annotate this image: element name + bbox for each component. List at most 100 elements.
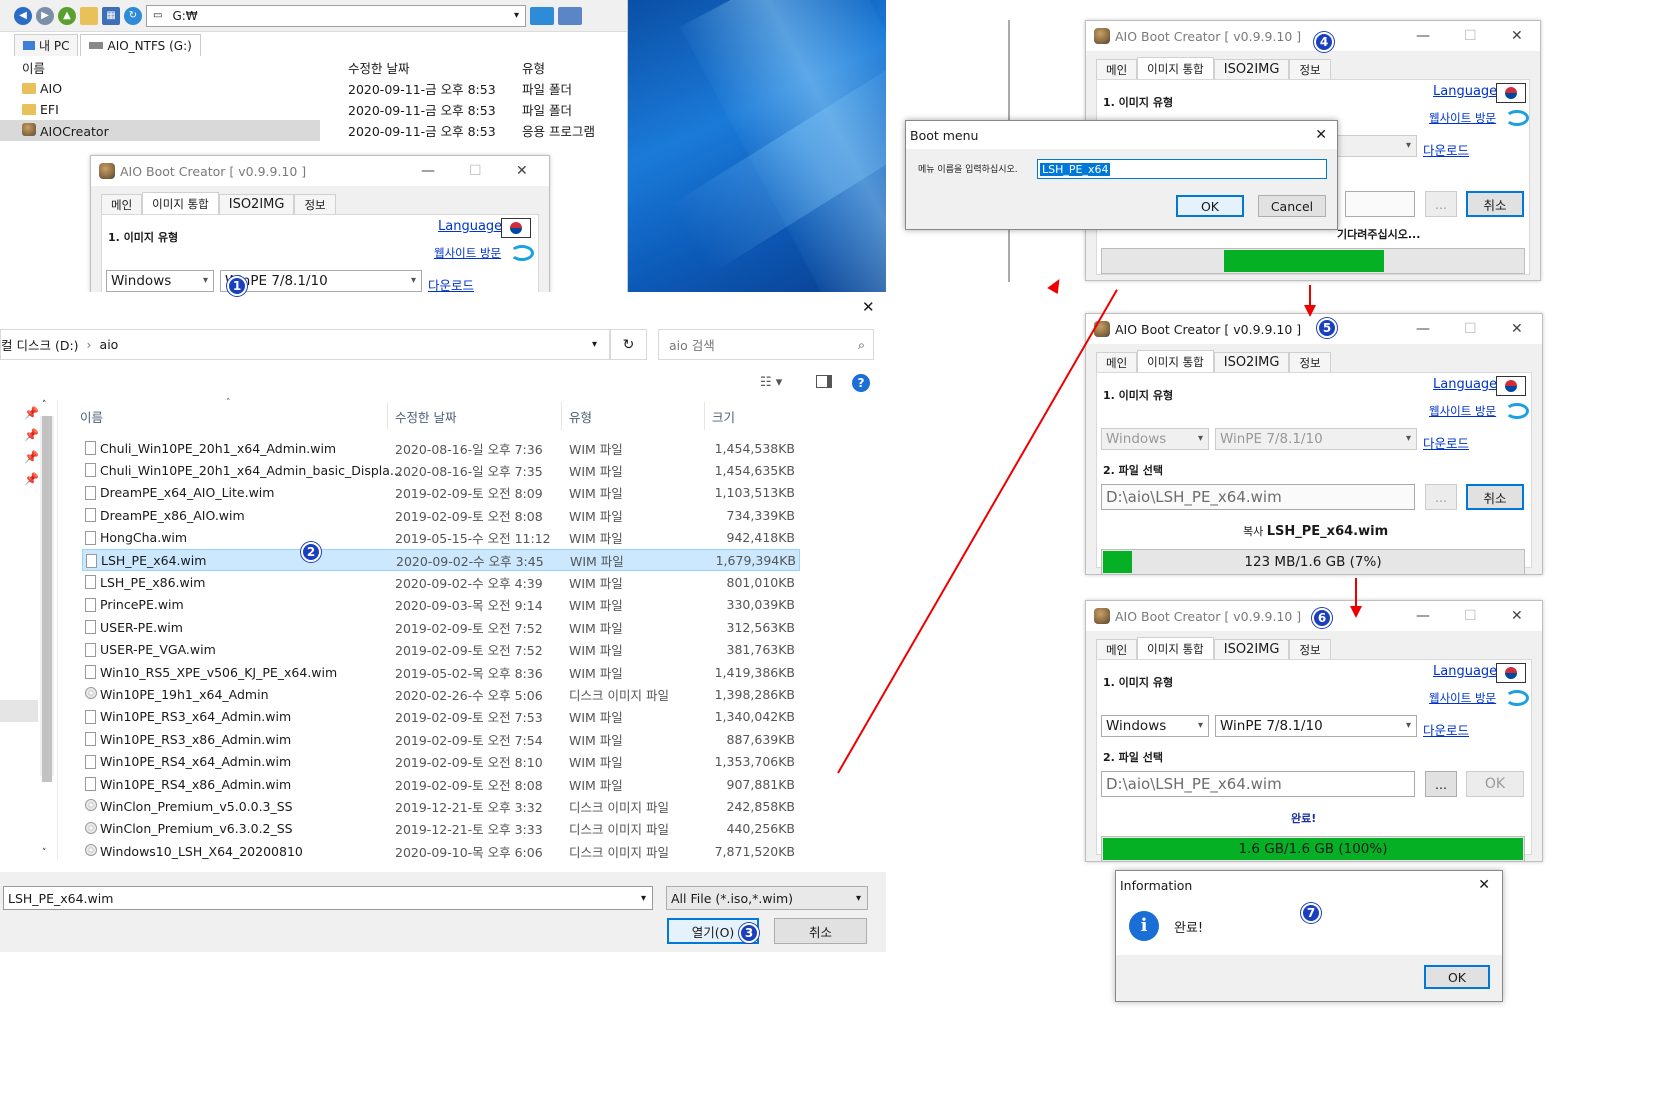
table-row[interactable]: DreamPE_x64_AIO_Lite.wim 2019-02-09-토 오전 … [82, 482, 800, 504]
cancel-button[interactable]: 취소 [774, 918, 867, 944]
pe-select[interactable]: WinPE 7/8.1/10 ▾ [1215, 428, 1417, 450]
search-input[interactable]: aio 검색 ⌕ [658, 329, 874, 360]
maximize-icon[interactable]: ☐ [1464, 21, 1477, 51]
help-icon[interactable]: ? [852, 374, 870, 392]
download-link[interactable]: 다운로드 [1423, 720, 1469, 739]
korea-flag-icon[interactable] [501, 218, 531, 238]
ie-icon[interactable] [1505, 403, 1529, 419]
cancel-button[interactable]: Cancel [1258, 195, 1326, 217]
close-icon[interactable]: ✕ [862, 298, 875, 316]
table-row[interactable]: Windows10_LSH_X64_20200810 2020-09-10-목 오… [82, 840, 800, 862]
chevron-down-icon[interactable]: ▾ [641, 893, 646, 904]
column-name[interactable]: 이름 [80, 407, 103, 426]
column-date[interactable]: 수정한 날짜 [348, 58, 522, 77]
table-row[interactable]: Chuli_Win10PE_20h1_x64_Admin.wim 2020-08-… [82, 437, 800, 459]
table-row[interactable]: USER-PE.wim 2019-02-09-토 오전 7:52 WIM 파일 312… [82, 616, 800, 638]
maximize-icon[interactable]: ☐ [1464, 314, 1477, 344]
tab-image-merge[interactable]: 이미지 통합 [1137, 57, 1214, 79]
ie-icon[interactable] [510, 245, 534, 261]
table-row[interactable]: Win10PE_RS3_x86_Admin.wim 2019-02-09-토 오전… [82, 728, 800, 750]
tab-iso2img[interactable]: ISO2IMG [1213, 352, 1290, 372]
minimize-icon[interactable]: — [421, 156, 435, 186]
chevron-down-icon[interactable]: ▾ [514, 10, 519, 21]
table-row[interactable]: Win10PE_19h1_x64_Admin 2020-02-26-수 오후 5:… [82, 683, 800, 705]
tab-main[interactable]: 메인 [1096, 639, 1138, 659]
language-link[interactable]: Language [1433, 377, 1497, 392]
browse-button[interactable]: ... [1425, 771, 1457, 797]
table-row[interactable]: Win10PE_RS4_x64_Admin.wim 2019-02-09-토 오전… [82, 751, 800, 773]
network-icon[interactable] [558, 6, 582, 25]
list-item[interactable]: EFI 2020-09-11-금 오후 8:53 파일 폴더 [0, 99, 627, 120]
browse-button[interactable]: ... [1425, 484, 1457, 510]
preview-pane-icon[interactable] [816, 375, 832, 388]
table-row[interactable]: DreamPE_x86_AIO.wim 2019-02-09-토 오전 8:08 W… [82, 504, 800, 526]
address-bar[interactable]: ▭ G:₩ ▾ [146, 4, 526, 27]
pe-select[interactable]: WinPE 7/8.1/10 ▾ [220, 270, 422, 292]
forward-icon[interactable]: ▶ [36, 6, 54, 25]
language-link[interactable]: Language [1433, 84, 1497, 99]
refresh-icon[interactable]: ↻ [610, 329, 647, 360]
breadcrumb[interactable]: 컬 디스크 (D:) › aio ▾ [0, 329, 610, 360]
ok-button[interactable]: OK [1176, 195, 1244, 217]
menu-name-input[interactable]: LSH_PE_x64 [1037, 159, 1327, 179]
os-select[interactable]: Windows ▾ [106, 270, 214, 292]
tab-image-merge[interactable]: 이미지 통합 [1137, 637, 1214, 659]
tab-info[interactable]: 정보 [1289, 352, 1331, 372]
minimize-icon[interactable]: — [1416, 314, 1430, 344]
korea-flag-icon[interactable] [1496, 376, 1526, 396]
tab-aio-ntfs[interactable]: AIO_NTFS (G:) [80, 34, 201, 56]
tab-iso2img[interactable]: ISO2IMG [1213, 59, 1290, 79]
website-link[interactable]: 웹사이트 방문 [434, 245, 501, 261]
pin-icon[interactable]: 📌 [24, 428, 39, 442]
tab-image-merge[interactable]: 이미지 통합 [142, 192, 219, 214]
table-row[interactable]: PrincePE.wim 2020-09-03-목 오전 9:14 WIM 파일 33… [82, 594, 800, 616]
pin-icon[interactable]: 📌 [24, 472, 39, 486]
folder-icon[interactable] [80, 6, 98, 25]
close-icon[interactable]: ✕ [1511, 314, 1523, 344]
tab-info[interactable]: 정보 [1289, 59, 1331, 79]
tab-main[interactable]: 메인 [101, 194, 143, 214]
file-path-input[interactable] [1345, 191, 1415, 217]
os-select[interactable]: Windows ▾ [1101, 428, 1209, 450]
list-item[interactable]: AIO 2020-09-11-금 오후 8:53 파일 폴더 [0, 78, 627, 99]
website-link[interactable]: 웹사이트 방문 [1429, 110, 1496, 126]
tab-info[interactable]: 정보 [294, 194, 336, 214]
language-link[interactable]: Language [1433, 664, 1497, 679]
tab-image-merge[interactable]: 이미지 통합 [1137, 350, 1214, 372]
os-select[interactable]: Windows ▾ [1101, 715, 1209, 737]
tab-main[interactable]: 메인 [1096, 59, 1138, 79]
table-row[interactable]: WinClon_Premium_v6.3.0.2_SS 2019-12-21-토 … [82, 818, 800, 840]
close-icon[interactable]: ✕ [1511, 21, 1523, 51]
download-link[interactable]: 다운로드 [1423, 433, 1469, 452]
column-date[interactable]: 수정한 날짜 [395, 407, 456, 426]
column-type[interactable]: 유형 [569, 407, 592, 426]
up-icon[interactable]: ▲ [58, 6, 76, 25]
table-row[interactable]: Win10PE_RS3_x64_Admin.wim 2019-02-09-토 오전… [82, 706, 800, 728]
chevron-down-icon[interactable]: ▾ [592, 339, 597, 350]
file-path-input[interactable]: D:\aio\LSH_PE_x64.wim [1101, 771, 1415, 797]
tab-my-pc[interactable]: 내 PC [14, 34, 79, 56]
tab-main[interactable]: 메인 [1096, 352, 1138, 372]
ok-button[interactable]: OK [1424, 965, 1490, 989]
monitor-icon[interactable] [530, 6, 554, 25]
close-icon[interactable]: ✕ [516, 156, 528, 186]
minimize-icon[interactable]: — [1416, 601, 1430, 631]
language-link[interactable]: Language [438, 219, 502, 234]
cancel-button[interactable]: 취소 [1466, 191, 1524, 217]
scroll-up-icon[interactable]: ˄ [42, 400, 47, 410]
table-row[interactable]: Win10PE_RS4_x86_Admin.wim 2019-02-09-토 오전… [82, 773, 800, 795]
scrollbar[interactable] [40, 416, 54, 782]
table-row[interactable]: LSH_PE_x86.wim 2020-09-02-수 오후 4:39 WIM 파일… [82, 571, 800, 593]
browse-button[interactable]: ... [1425, 191, 1457, 217]
table-row-selected[interactable]: LSH_PE_x64.wim 2020-09-02-수 오후 3:45 WIM 파일… [82, 549, 800, 571]
maximize-icon[interactable]: ☐ [469, 156, 482, 186]
website-link[interactable]: 웹사이트 방문 [1429, 403, 1496, 419]
maximize-icon[interactable]: ☐ [1464, 601, 1477, 631]
refresh-icon[interactable]: ↻ [124, 6, 142, 25]
table-row[interactable]: Win10_RS5_XPE_v506_KJ_PE_x64.wim 2019-05-… [82, 661, 800, 683]
table-row[interactable]: HongCha.wim 2019-05-15-수 오전 11:12 WIM 파일 94… [82, 527, 800, 549]
ie-icon[interactable] [1505, 110, 1529, 126]
scroll-down-icon[interactable]: ˅ [42, 848, 47, 858]
nav-item-selected[interactable] [0, 700, 38, 722]
column-type[interactable]: 유형 [522, 58, 545, 77]
